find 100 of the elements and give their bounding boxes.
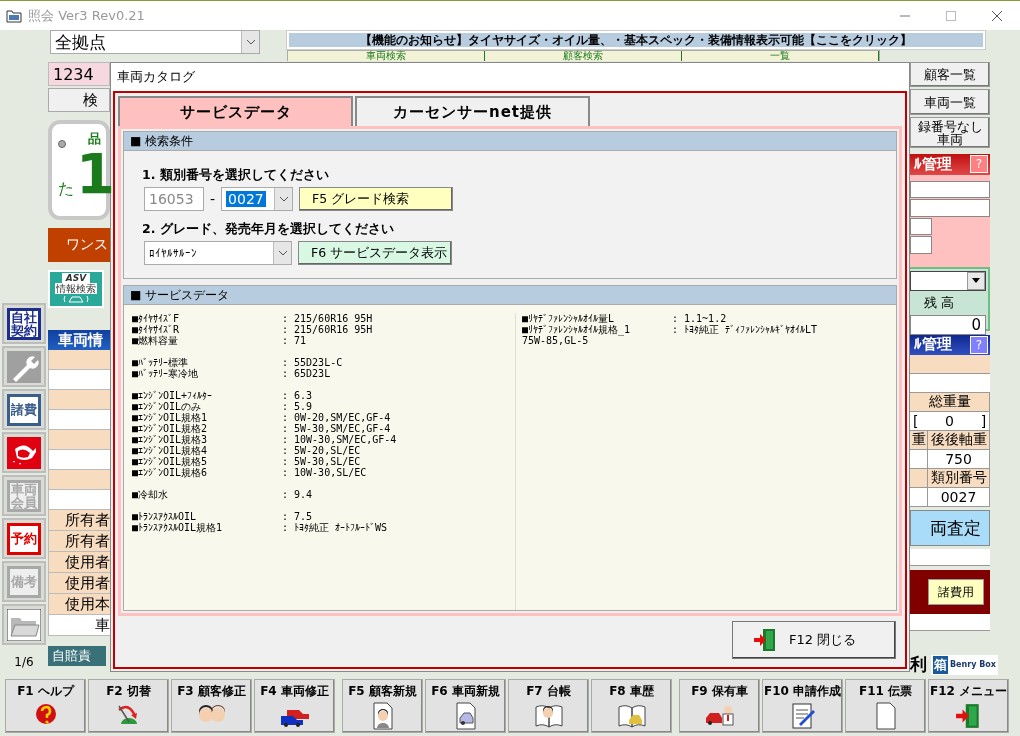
- asv-subtitle: 情報検索: [55, 283, 97, 294]
- data-label: ■ﾘﾔﾃﾞﾌｧﾚﾝｼｬﾙｵｲﾙ規格_1: [522, 324, 632, 335]
- car-book-icon: [616, 702, 647, 728]
- plate-kana: た: [58, 179, 74, 200]
- customer-list-button[interactable]: 顧客一覧: [910, 62, 990, 87]
- logo-mark: 箱: [933, 655, 948, 674]
- notice-banner[interactable]: 【機能のお知らせ】タイヤサイズ・オイル量、・基本スペック・装備情報表示可能【ここをクリック】: [287, 31, 985, 49]
- brand-text: 利: [910, 653, 927, 677]
- page-indicator: 1/6: [14, 655, 34, 669]
- function-key[interactable]: F1 ヘルプ: [5, 679, 86, 733]
- model-code-field[interactable]: 16053: [144, 187, 204, 211]
- data-value: : 0W-20,SM/EC,GF-4: [282, 412, 392, 423]
- side-button[interactable]: 予約: [7, 522, 41, 555]
- data-value: : 55D23L-C: [282, 357, 344, 368]
- function-key[interactable]: F10 申請作成: [762, 679, 843, 733]
- side-button[interactable]: 諸費: [7, 393, 41, 426]
- close-icon: [992, 10, 1002, 21]
- asv-button[interactable]: ASV 情報検索: [48, 270, 104, 308]
- data-label: ■ｴﾝｼﾞﾝOIL規格1: [132, 412, 209, 423]
- side-button[interactable]: 自社契約: [7, 307, 41, 340]
- data-label: ■ｴﾝｼﾞﾝOIL+ﾌｨﾙﾀｰ: [132, 390, 214, 401]
- data-label: ■ﾊﾞｯﾃﾘｰ標準: [132, 357, 189, 368]
- grade-search-button[interactable]: F5 グレード検索: [299, 187, 454, 211]
- function-key[interactable]: F7 台帳: [508, 679, 589, 733]
- app-icon: [6, 8, 22, 23]
- data-label: ■ﾊﾞｯﾃﾘｰ寒冷地: [132, 368, 200, 379]
- close-dialog-button[interactable]: F12 閉じる: [732, 621, 896, 659]
- dropdown-field[interactable]: [910, 270, 986, 291]
- function-key[interactable]: F3 顧客修正: [171, 679, 252, 733]
- maximize-icon: [946, 10, 956, 21]
- once-button[interactable]: ワンス: [48, 228, 110, 262]
- asv-title: ASV: [61, 273, 91, 283]
- vehicle-list-button[interactable]: 車両一覧: [910, 88, 990, 116]
- data-label: ■ｴﾝｼﾞﾝOILのみ: [132, 401, 203, 412]
- dropdown-arrow-icon: [972, 278, 980, 283]
- data-label: ■ｴﾝｼﾞﾝOIL規格6: [132, 467, 209, 478]
- data-label: ■冷却水: [132, 489, 170, 500]
- data-value: : 5W-30,SM/EC,GF-4: [282, 423, 392, 434]
- data-value: : 9.4: [282, 489, 314, 500]
- input-field[interactable]: [910, 199, 990, 217]
- store-select[interactable]: 全拠点: [50, 30, 260, 54]
- data-value: : 65D23L: [282, 368, 332, 379]
- data-value: : 10W-30,SM/EC,GF-4: [282, 434, 398, 445]
- category-select[interactable]: 0027: [221, 187, 294, 211]
- logo-text: Benry Box: [950, 660, 996, 670]
- tab[interactable]: サービスデータ: [118, 96, 353, 126]
- window-title: 照会 Ver3 Rev0.21: [28, 6, 146, 25]
- data-value: : 215/60R16 95H: [282, 313, 374, 324]
- grade-select[interactable]: ﾛｲﾔﾙｻﾙｰﾝ: [144, 241, 292, 265]
- chevron-down-icon: [277, 250, 288, 256]
- function-key[interactable]: F8 車歴: [591, 679, 672, 733]
- tab[interactable]: カーセンサーnet提供: [355, 96, 590, 126]
- data-value: : 1.1~1.2: [672, 313, 728, 324]
- data-label: ■ﾄﾗﾝｽｱｸｽﾙOIL: [132, 511, 198, 522]
- search-tab[interactable]: 顧客検索: [485, 51, 682, 61]
- search-tab[interactable]: 車両検索: [288, 51, 485, 61]
- data-label: ■ﾄﾗﾝｽｱｸｽﾙOIL規格1: [132, 522, 224, 533]
- balance-label: 残 高: [923, 293, 956, 312]
- data-label: ■ｴﾝｼﾞﾝOIL規格2: [132, 423, 209, 434]
- function-key[interactable]: F12 メニュー: [928, 679, 1009, 733]
- code-field[interactable]: 1234: [48, 62, 110, 86]
- data-label: ■ｴﾝｼﾞﾝOIL規格3: [132, 434, 209, 445]
- function-key[interactable]: F6 車両新規: [425, 679, 506, 733]
- data-label: ■ｴﾝｼﾞﾝOIL規格4: [132, 445, 209, 456]
- row-label: 車: [95, 615, 110, 635]
- unregistered-vehicle-button[interactable]: 録番号なし車両: [910, 117, 990, 148]
- step-label: 2. グレード、発売年月を選択してください: [142, 221, 395, 238]
- bolt-icon: [58, 140, 66, 148]
- data-value: : 215/60R16 95H: [282, 324, 374, 335]
- dialog-title: 車両カタログ: [111, 63, 909, 91]
- expenses-button[interactable]: 諸費用: [928, 579, 984, 606]
- insurance-tab[interactable]: 自賠責: [48, 646, 106, 666]
- book-icon: [533, 702, 564, 728]
- show-data-button[interactable]: F6 サービスデータ表示: [298, 241, 452, 265]
- row-label: 使用者: [65, 573, 110, 593]
- oil-can-icon[interactable]: [7, 436, 41, 469]
- chevron-down-icon: [245, 39, 256, 45]
- row-label: 所有者: [65, 531, 110, 551]
- separator: -: [210, 191, 216, 207]
- input-field[interactable]: [910, 180, 990, 198]
- input-field[interactable]: [910, 217, 932, 235]
- function-key[interactable]: F4 車両修正: [254, 679, 335, 733]
- search-tab[interactable]: 一覧: [682, 51, 879, 61]
- row-label: 使用者: [65, 552, 110, 572]
- function-key[interactable]: F9 保有車: [679, 679, 760, 733]
- data-label: ■ｴﾝｼﾞﾝOIL規格5: [132, 456, 209, 467]
- search-button[interactable]: 検: [48, 88, 110, 112]
- data-value: : 5W-30,SL/EC: [282, 456, 362, 467]
- input-field[interactable]: [910, 236, 932, 254]
- data-label: ■燃料容量: [132, 335, 180, 346]
- data-value: 75W-85,GL-5: [522, 335, 590, 346]
- appraisal-button[interactable]: 両査定: [910, 510, 990, 547]
- function-key[interactable]: F11 伝票: [845, 679, 926, 733]
- folder-icon[interactable]: [7, 608, 41, 641]
- function-key[interactable]: F5 顧客新規: [342, 679, 423, 733]
- panel-title: ﾙ管理: [914, 335, 952, 355]
- function-key[interactable]: F2 切替: [88, 679, 169, 733]
- data-value: : ﾄﾖﾀ純正 ﾃﾞｨﾌｧﾚﾝｼｬﾙｷﾞﾔｵｲﾙLT: [672, 324, 819, 335]
- section-header: ■ 検索条件: [123, 131, 897, 151]
- balance-field[interactable]: 0: [910, 314, 986, 335]
